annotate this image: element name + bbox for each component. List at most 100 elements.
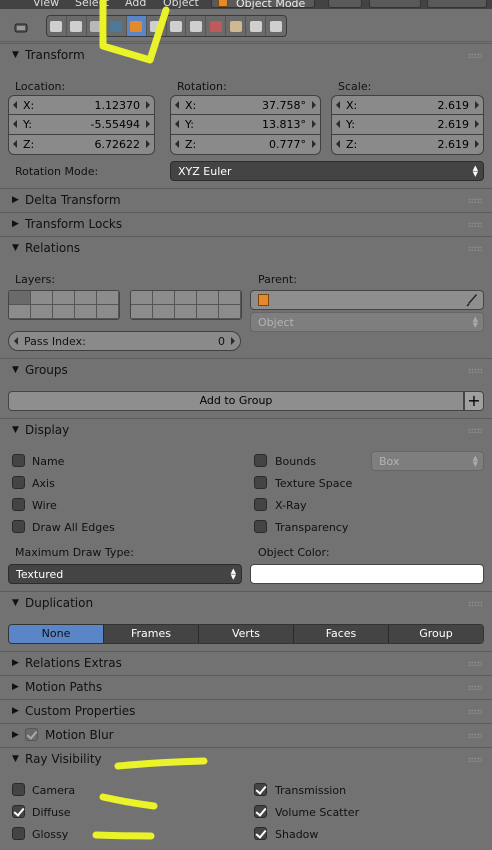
shading-dropdown[interactable]: [328, 0, 362, 8]
render-layers-tab[interactable]: [67, 16, 87, 36]
dup-verts-button[interactable]: Verts: [199, 625, 294, 643]
parent-label: Parent:: [258, 273, 297, 286]
menu-object[interactable]: Object: [163, 0, 199, 9]
panel-ray-visibility[interactable]: ▼ Ray Visibility: [0, 747, 492, 770]
drag-grip-icon[interactable]: [468, 709, 482, 714]
drag-grip-icon[interactable]: [468, 685, 482, 690]
motion-blur-checkbox[interactable]: [25, 728, 38, 741]
panel-title: Transform Locks: [25, 217, 123, 231]
rotation-x-field[interactable]: X: 37.758°: [170, 95, 321, 115]
object-tab[interactable]: [126, 16, 147, 36]
camera-checkbox[interactable]: [12, 783, 25, 796]
location-y-field[interactable]: Y: -5.55494: [8, 115, 155, 135]
wire-checkbox[interactable]: [12, 498, 25, 511]
bounds-type-dropdown[interactable]: Box ▲ ▼: [371, 451, 484, 471]
rotation-mode-dropdown[interactable]: XYZ Euler ▲ ▼: [170, 161, 484, 181]
render-tab[interactable]: [47, 16, 67, 36]
layers-grid-left[interactable]: [8, 290, 120, 320]
panel-relations-extras[interactable]: ▶ Relations Extras: [0, 651, 492, 674]
scale-y-field[interactable]: Y: 2.619: [331, 115, 484, 135]
drag-grip-icon[interactable]: [468, 368, 482, 373]
rotation-z-field[interactable]: Z: 0.777°: [170, 135, 321, 155]
dup-faces-button[interactable]: Faces: [294, 625, 389, 643]
pivot-dropdown[interactable]: [369, 0, 421, 8]
menu-add[interactable]: Add: [125, 0, 146, 9]
world-tab[interactable]: [107, 16, 127, 36]
scale-x-field[interactable]: X: 2.619: [331, 95, 484, 115]
panel-duplication[interactable]: ▼ Duplication: [0, 591, 492, 614]
properties-tab-bar: [0, 9, 492, 42]
panel-custom-properties[interactable]: ▶ Custom Properties: [0, 699, 492, 722]
drag-grip-icon[interactable]: [468, 198, 482, 203]
location-z-field[interactable]: Z: 6.72622: [8, 135, 155, 155]
scene-tab[interactable]: [87, 16, 107, 36]
modifiers-tab[interactable]: [167, 16, 187, 36]
xray-checkbox[interactable]: [254, 498, 267, 511]
max-draw-type-label: Maximum Draw Type:: [15, 546, 134, 559]
glossy-checkbox[interactable]: [12, 827, 25, 840]
data-tab[interactable]: [186, 16, 207, 36]
plus-icon[interactable]: +: [464, 391, 484, 411]
panel-groups[interactable]: ▼ Groups: [0, 358, 492, 381]
menu-view[interactable]: View: [33, 0, 59, 9]
panel-motion-blur[interactable]: ▶ Motion Blur: [0, 723, 492, 746]
drag-grip-icon[interactable]: [468, 222, 482, 227]
dup-frames-button[interactable]: Frames: [104, 625, 199, 643]
particles-tab[interactable]: [246, 16, 267, 36]
dup-none-button[interactable]: None: [9, 625, 104, 643]
name-checkbox[interactable]: [12, 454, 25, 467]
drag-grip-icon[interactable]: [468, 428, 482, 433]
transmission-checkbox[interactable]: [254, 783, 267, 796]
parent-type-value: Object: [258, 316, 294, 329]
axis-checkbox[interactable]: [12, 476, 25, 489]
panel-title: Relations: [25, 241, 81, 255]
drag-grip-icon[interactable]: [468, 757, 482, 762]
physics-tab[interactable]: [266, 16, 286, 36]
location-x-field[interactable]: X: 1.12370: [8, 95, 155, 115]
bounds-checkbox[interactable]: [254, 454, 267, 467]
draw-all-edges-checkbox[interactable]: [12, 520, 25, 533]
manipulator-buttons[interactable]: [427, 0, 487, 8]
texture-space-checkbox[interactable]: [254, 476, 267, 489]
drag-grip-icon[interactable]: [468, 53, 482, 58]
layers-grid-right[interactable]: [130, 290, 242, 320]
object-color-swatch[interactable]: [250, 564, 484, 584]
eyedropper-icon[interactable]: [466, 293, 478, 307]
pass-index-field[interactable]: Pass Index: 0: [8, 331, 241, 351]
panel-title: Ray Visibility: [25, 752, 102, 766]
volume-scatter-checkbox[interactable]: [254, 805, 267, 818]
rotation-y-field[interactable]: Y: 13.813°: [170, 115, 321, 135]
constraints-tab[interactable]: [147, 16, 167, 36]
layers-label: Layers:: [15, 273, 56, 286]
drag-grip-icon[interactable]: [468, 733, 482, 738]
panel-display[interactable]: ▼ Display: [0, 418, 492, 441]
scene-icon: [90, 20, 103, 32]
dup-group-button[interactable]: Group: [389, 625, 483, 643]
menu-select[interactable]: Select: [75, 0, 109, 9]
panel-transform[interactable]: ▼ Transform: [0, 43, 492, 66]
shadow-checkbox[interactable]: [254, 827, 267, 840]
mode-dropdown[interactable]: Object Mode: [211, 0, 315, 9]
parent-type-dropdown[interactable]: Object ▲ ▼: [250, 312, 484, 332]
drag-grip-icon[interactable]: [468, 601, 482, 606]
panel-transform-locks[interactable]: ▶ Transform Locks: [0, 212, 492, 235]
drag-grip-icon[interactable]: [468, 246, 482, 251]
transparency-checkbox[interactable]: [254, 520, 267, 533]
panel-relations[interactable]: ▼ Relations: [0, 236, 492, 259]
material-tab[interactable]: [206, 16, 227, 36]
max-draw-type-dropdown[interactable]: Textured ▲ ▼: [8, 564, 242, 584]
diffuse-checkbox[interactable]: [12, 805, 25, 818]
scale-z-field[interactable]: Z: 2.619: [331, 135, 484, 155]
scale-fields: X: 2.619 Y: 2.619 Z: 2.619: [331, 95, 484, 155]
render-layers-icon: [70, 20, 83, 32]
drag-grip-icon[interactable]: [468, 661, 482, 666]
pin-icon[interactable]: [14, 22, 30, 34]
add-to-group-button[interactable]: Add to Group: [8, 391, 464, 411]
texture-tab[interactable]: [226, 16, 247, 36]
constraints-icon: [150, 20, 163, 32]
pass-index-label: Pass Index:: [24, 335, 86, 348]
panel-title: Motion Paths: [25, 680, 103, 694]
panel-motion-paths[interactable]: ▶ Motion Paths: [0, 675, 492, 698]
parent-field[interactable]: [250, 290, 484, 310]
panel-delta-transform[interactable]: ▶ Delta Transform: [0, 188, 492, 211]
